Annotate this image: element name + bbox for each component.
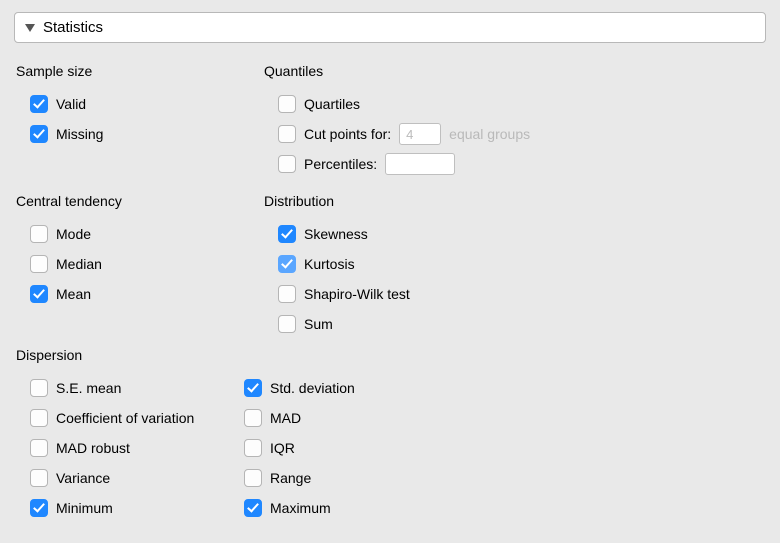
- kurtosis-label: Kurtosis: [304, 256, 355, 272]
- sample-size-title: Sample size: [16, 63, 262, 79]
- variance-checkbox[interactable]: [30, 469, 48, 487]
- central-tendency-title: Central tendency: [16, 193, 262, 209]
- std-dev-label: Std. deviation: [270, 380, 355, 396]
- cut-points-label: Cut points for:: [304, 126, 391, 142]
- cut-points-input[interactable]: [399, 123, 441, 145]
- cut-points-suffix: equal groups: [449, 126, 530, 142]
- se-mean-checkbox[interactable]: [30, 379, 48, 397]
- median-label: Median: [56, 256, 102, 272]
- valid-checkbox[interactable]: [30, 95, 48, 113]
- shapiro-checkbox[interactable]: [278, 285, 296, 303]
- mad-robust-checkbox[interactable]: [30, 439, 48, 457]
- percentiles-checkbox[interactable]: [278, 155, 296, 173]
- maximum-label: Maximum: [270, 500, 331, 516]
- statistics-header[interactable]: Statistics: [14, 12, 766, 43]
- sum-label: Sum: [304, 316, 333, 332]
- percentiles-input[interactable]: [385, 153, 455, 175]
- cov-label: Coefficient of variation: [56, 410, 194, 426]
- mad-robust-label: MAD robust: [56, 440, 130, 456]
- variance-label: Variance: [56, 470, 110, 486]
- dispersion-title: Dispersion: [16, 347, 766, 363]
- minimum-label: Minimum: [56, 500, 113, 516]
- valid-label: Valid: [56, 96, 86, 112]
- median-checkbox[interactable]: [30, 255, 48, 273]
- minimum-checkbox[interactable]: [30, 499, 48, 517]
- mean-checkbox[interactable]: [30, 285, 48, 303]
- skewness-label: Skewness: [304, 226, 368, 242]
- iqr-checkbox[interactable]: [244, 439, 262, 457]
- iqr-label: IQR: [270, 440, 295, 456]
- mean-label: Mean: [56, 286, 91, 302]
- skewness-checkbox[interactable]: [278, 225, 296, 243]
- missing-label: Missing: [56, 126, 103, 142]
- maximum-checkbox[interactable]: [244, 499, 262, 517]
- mode-label: Mode: [56, 226, 91, 242]
- mad-label: MAD: [270, 410, 301, 426]
- percentiles-label: Percentiles:: [304, 156, 377, 172]
- mad-checkbox[interactable]: [244, 409, 262, 427]
- missing-checkbox[interactable]: [30, 125, 48, 143]
- quartiles-checkbox[interactable]: [278, 95, 296, 113]
- header-title: Statistics: [43, 19, 103, 36]
- cut-points-checkbox[interactable]: [278, 125, 296, 143]
- cov-checkbox[interactable]: [30, 409, 48, 427]
- disclosure-triangle-icon: [25, 24, 35, 32]
- se-mean-label: S.E. mean: [56, 380, 121, 396]
- quantiles-title: Quantiles: [264, 63, 530, 79]
- shapiro-label: Shapiro-Wilk test: [304, 286, 410, 302]
- range-checkbox[interactable]: [244, 469, 262, 487]
- mode-checkbox[interactable]: [30, 225, 48, 243]
- distribution-title: Distribution: [264, 193, 410, 209]
- quartiles-label: Quartiles: [304, 96, 360, 112]
- range-label: Range: [270, 470, 311, 486]
- std-dev-checkbox[interactable]: [244, 379, 262, 397]
- sum-checkbox[interactable]: [278, 315, 296, 333]
- kurtosis-checkbox[interactable]: [278, 255, 296, 273]
